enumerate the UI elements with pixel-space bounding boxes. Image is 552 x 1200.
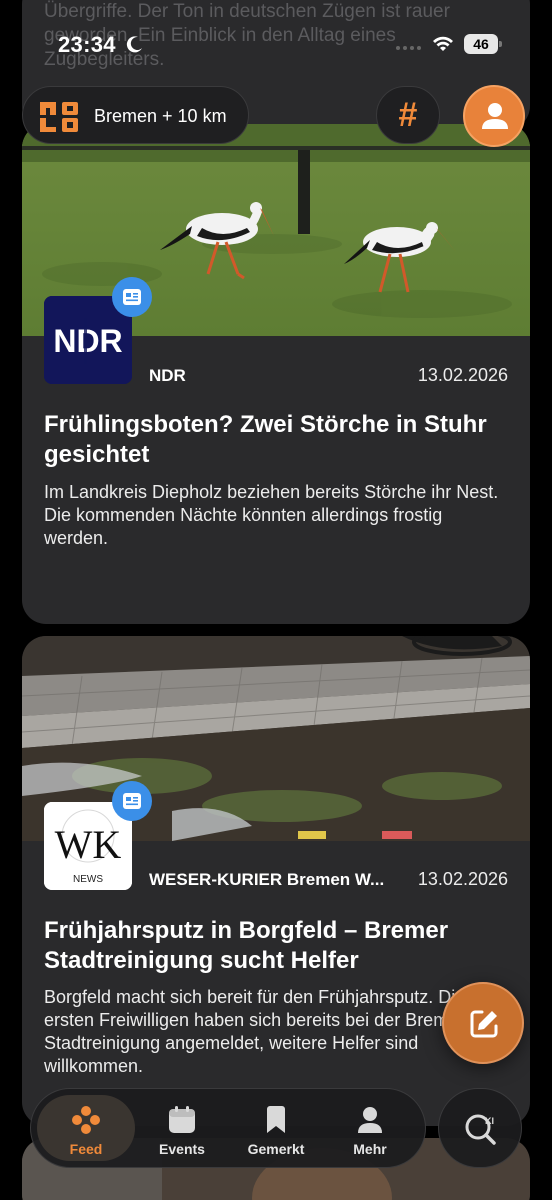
battery-level: 46 xyxy=(464,34,498,54)
article-source: NDR xyxy=(149,366,186,385)
article-teaser: Im Landkreis Diepholz beziehen bereits S… xyxy=(44,482,499,548)
status-bar: 23:34 46 xyxy=(0,0,552,90)
news-badge-icon xyxy=(112,277,152,317)
compose-button[interactable] xyxy=(442,982,524,1064)
user-icon xyxy=(482,103,508,129)
cellular-signal-icon xyxy=(396,46,421,50)
location-selector[interactable]: Bremen + 10 km xyxy=(22,86,249,144)
hashtag-button[interactable]: # xyxy=(376,86,440,144)
hashtag-icon: # xyxy=(398,96,418,134)
ai-search-icon: KI xyxy=(465,1114,496,1145)
molo-logo xyxy=(40,102,78,132)
article-date: 13.02.2026 xyxy=(417,365,508,385)
calendar-icon xyxy=(169,1106,195,1133)
weser-kurier-logo-text: WK xyxy=(55,822,122,867)
ndr-logo-text: NDR xyxy=(53,323,122,359)
nav-label: Events xyxy=(159,1141,205,1157)
nav-feed[interactable]: Feed xyxy=(37,1095,135,1161)
edit-icon xyxy=(470,1010,498,1038)
bookmark-icon xyxy=(267,1106,285,1133)
nav-label: Mehr xyxy=(353,1141,387,1157)
moon-icon xyxy=(126,36,142,53)
article-teaser: Borgfeld macht sich bereit für den Frühj… xyxy=(44,987,466,1076)
article-headline[interactable]: Frühlingsboten? Zwei Störche in Stuhr ge… xyxy=(44,410,508,470)
ki-label: KI xyxy=(485,1116,494,1126)
person-icon xyxy=(358,1107,382,1133)
battery-icon: 46 xyxy=(464,34,502,54)
nav-more[interactable]: Mehr xyxy=(321,1095,419,1161)
wifi-icon xyxy=(433,36,453,51)
article-date: 13.02.2026 xyxy=(417,869,508,889)
bottom-navigation: Feed Events Gemerkt Mehr xyxy=(30,1088,426,1168)
ki-search-button[interactable]: KI xyxy=(438,1088,522,1168)
nav-saved[interactable]: Gemerkt xyxy=(227,1095,325,1161)
location-label: Bremen + 10 km xyxy=(94,106,227,126)
feed-icon xyxy=(72,1106,100,1134)
weser-kurier-logo-sub: NEWS xyxy=(73,874,103,885)
profile-button[interactable] xyxy=(463,85,525,147)
article-headline[interactable]: Frühjahrsputz in Borgfeld – Bremer Stadt… xyxy=(44,916,508,976)
nav-events[interactable]: Events xyxy=(133,1095,231,1161)
status-time: 23:34 xyxy=(58,32,116,57)
article-source: WESER-KURIER Bremen W... xyxy=(149,870,385,889)
news-badge-icon xyxy=(112,781,152,821)
nav-label: Gemerkt xyxy=(247,1141,305,1157)
article-card[interactable]: NDR NDR 13.02.2026 Frühlingsboten? Zwei … xyxy=(22,124,530,624)
nav-label: Feed xyxy=(69,1141,103,1157)
